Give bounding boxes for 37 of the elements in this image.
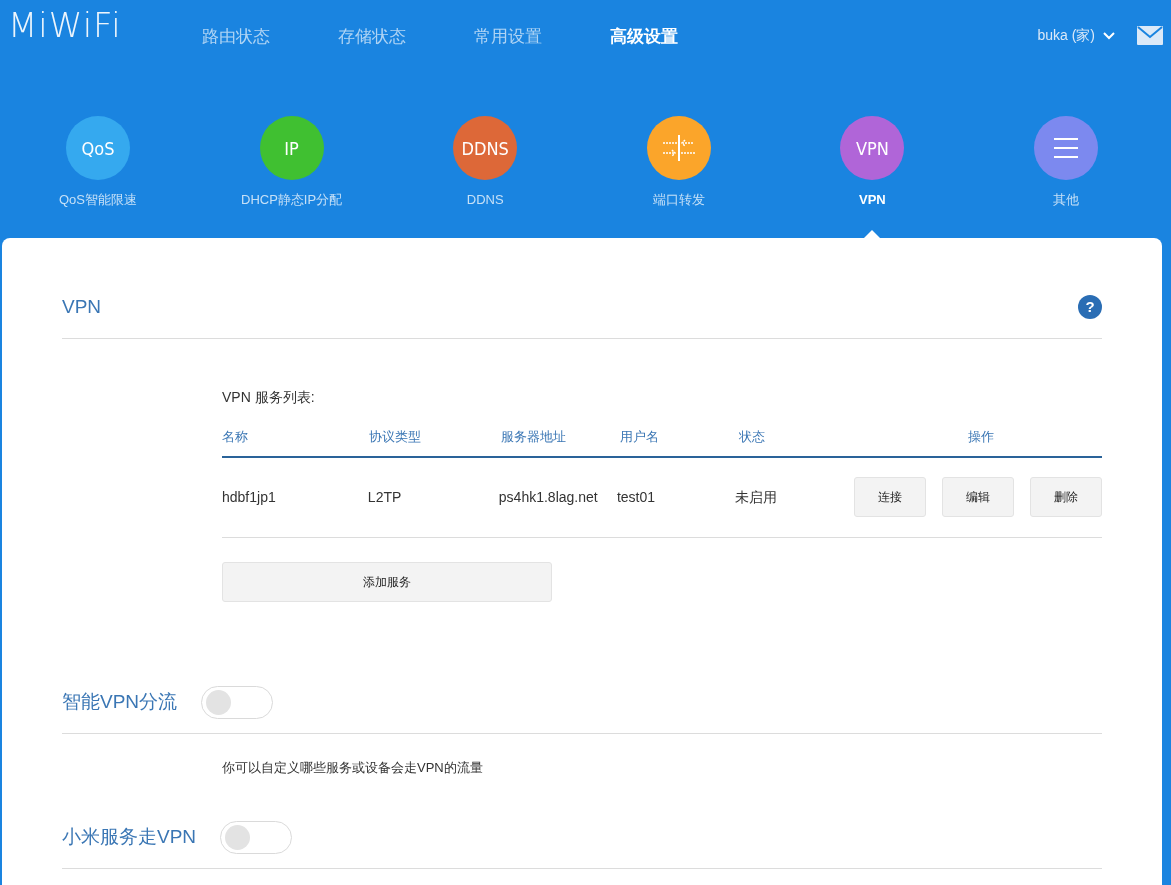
feature-tile[interactable]: VPN [840, 116, 905, 180]
user-menu[interactable]: buka (家) [1031, 24, 1121, 47]
table-cell: 未启用 [734, 489, 777, 505]
table-cell: test01 [616, 489, 655, 505]
feature-tile[interactable]: IP [259, 116, 324, 180]
column-header: 操作 [967, 428, 994, 444]
feature-label[interactable]: DDNS [466, 190, 504, 210]
feature-tile[interactable]: QoS [66, 116, 130, 180]
column-header: 服务器地址 [501, 428, 566, 444]
nav-tab[interactable]: 常用设置 [473, 24, 542, 50]
nav-tab[interactable]: 存储状态 [337, 24, 406, 50]
feature-tile[interactable]: DDNS [453, 116, 518, 180]
setting-label: 小米服务走VPN [62, 825, 197, 850]
table-cell: hdbf1jp1 [222, 489, 276, 505]
logo-text[interactable]: MiWiFi [8, 0, 122, 42]
help-icon[interactable]: ? [1078, 295, 1102, 320]
table-cell: L2TP [367, 489, 402, 505]
column-header: 状态 [739, 428, 765, 444]
table-cell: ps4hk1.8lag.net [498, 489, 598, 505]
feature-label[interactable]: QoS智能限速 [59, 190, 137, 210]
feature-label[interactable]: DHCP静态IP分配 [241, 190, 343, 210]
column-header: 用户名 [620, 428, 659, 444]
nav-tab[interactable]: 路由状态 [201, 24, 270, 50]
setting-description: 你可以自定义哪些服务或设备会走VPN的流量 [222, 758, 483, 777]
setting-label: 智能VPN分流 [62, 689, 178, 714]
list-title: VPN 服务列表: [222, 387, 316, 407]
feature-label[interactable]: 端口转发 [652, 190, 705, 210]
feature-label[interactable]: VPN [859, 190, 886, 210]
add-service-button[interactable]: 添加服务 [222, 561, 552, 602]
action-button[interactable]: 删除 [1030, 477, 1102, 517]
action-button[interactable]: 连接 [854, 477, 926, 517]
nav-tab[interactable]: 高级设置 [609, 24, 678, 50]
column-header: 协议类型 [369, 428, 421, 444]
column-header: 名称 [222, 428, 248, 444]
section-title: VPN [62, 295, 102, 319]
feature-label[interactable]: 其他 [1052, 190, 1079, 210]
action-button[interactable]: 编辑 [942, 477, 1014, 517]
